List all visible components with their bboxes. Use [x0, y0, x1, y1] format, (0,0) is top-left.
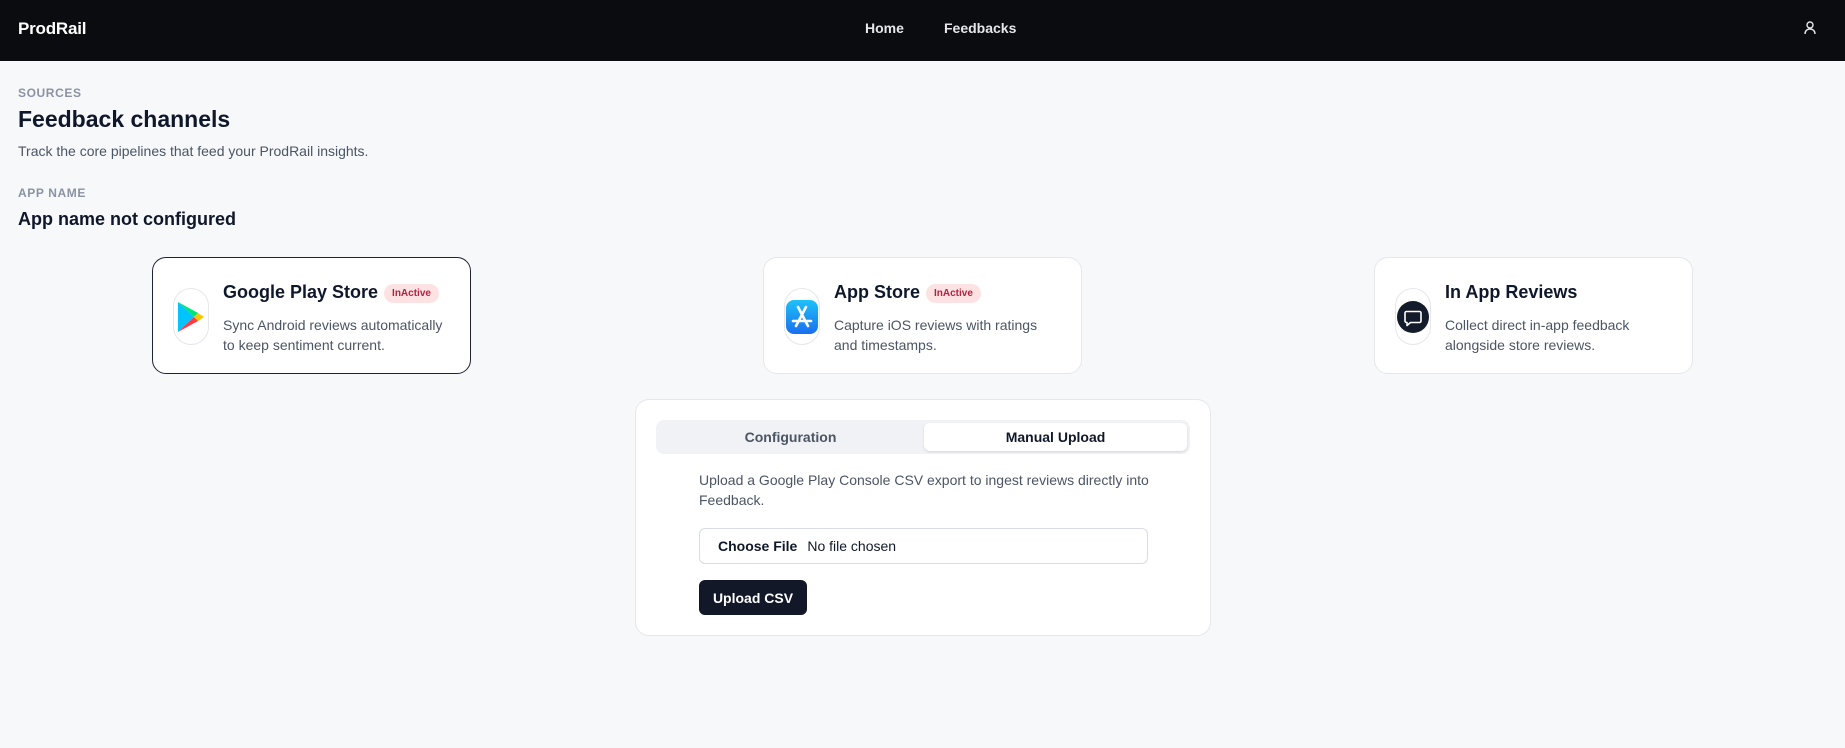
source-description: Collect direct in-app feedback alongside…	[1445, 317, 1630, 353]
nav-home-link[interactable]: Home	[865, 20, 904, 36]
chat-bubble-icon	[1395, 288, 1431, 345]
source-detail-panel: Configuration Manual Upload Upload a Goo…	[635, 399, 1211, 636]
page-title: Feedback channels	[18, 106, 231, 132]
top-navbar: ProdRail Home Feedbacks	[0, 0, 1845, 61]
page-description: Track the core pipelines that feed your …	[18, 143, 369, 159]
status-badge: InActive	[926, 284, 981, 303]
app-name-label: APP NAME	[18, 186, 86, 200]
choose-file-button[interactable]: Choose File	[718, 538, 797, 554]
app-name-value: App name not configured	[18, 209, 236, 229]
source-card-google-play[interactable]: Google Play Store InActive Sync Android r…	[152, 257, 471, 374]
csv-file-input[interactable]: Choose File No file chosen	[699, 528, 1148, 564]
nav-feedbacks-link[interactable]: Feedbacks	[944, 20, 1016, 36]
source-description: Sync Android reviews automatically to ke…	[223, 317, 443, 353]
app-store-icon	[784, 288, 820, 345]
tab-configuration[interactable]: Configuration	[659, 423, 922, 451]
sources-eyebrow: SOURCES	[18, 86, 82, 100]
google-play-icon	[173, 288, 209, 345]
tab-manual-upload[interactable]: Manual Upload	[924, 423, 1187, 451]
source-description: Capture iOS reviews with ratings and tim…	[834, 317, 1038, 353]
source-title: Google Play Store InActive	[223, 282, 439, 303]
upload-description: Upload a Google Play Console CSV export …	[699, 472, 1149, 508]
user-icon[interactable]	[1800, 18, 1820, 38]
source-title: In App Reviews	[1445, 282, 1578, 302]
source-title: App Store InActive	[834, 282, 981, 303]
brand-logo[interactable]: ProdRail	[18, 19, 87, 39]
panel-tabs: Configuration Manual Upload	[656, 420, 1190, 454]
source-card-in-app-reviews[interactable]: In App Reviews Collect direct in-app fee…	[1374, 257, 1693, 374]
upload-csv-button[interactable]: Upload CSV	[699, 580, 807, 615]
source-card-app-store[interactable]: App Store InActive Capture iOS reviews wi…	[763, 257, 1082, 374]
file-status: No file chosen	[807, 538, 897, 554]
status-badge: InActive	[384, 284, 439, 303]
